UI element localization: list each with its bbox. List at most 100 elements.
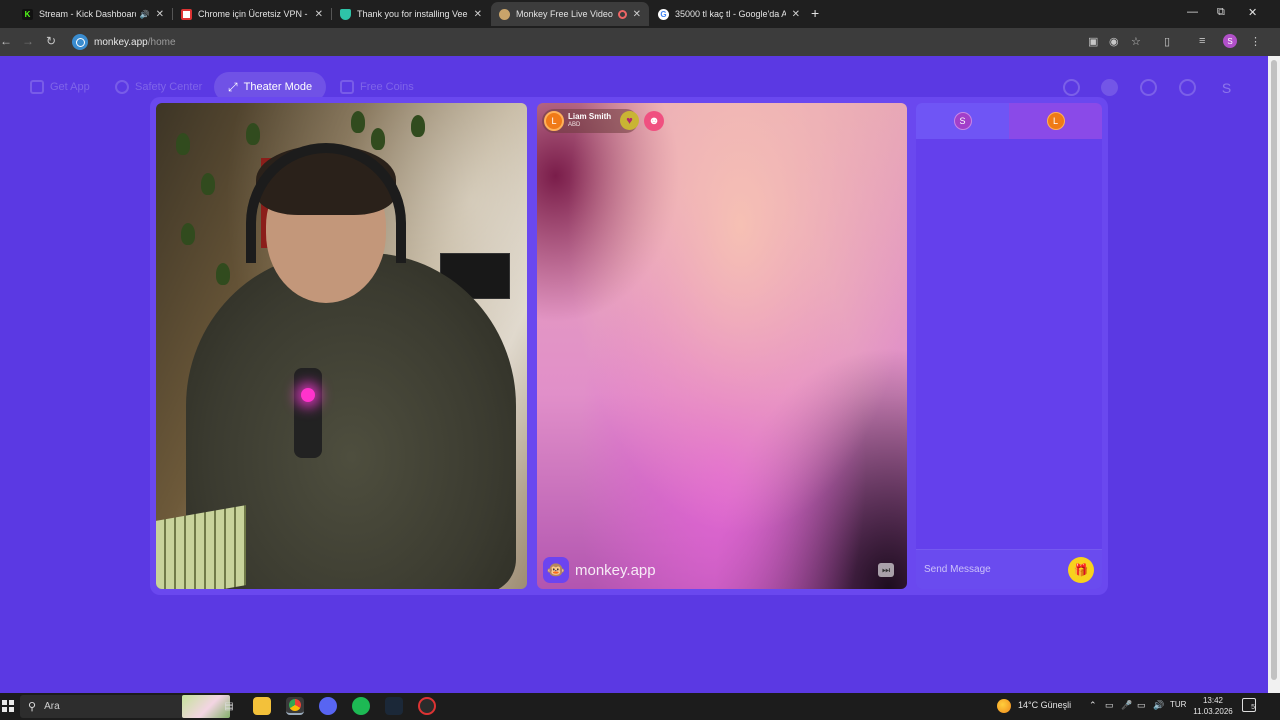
search-text: Ara	[44, 701, 60, 712]
minimize-icon[interactable]: —	[1187, 6, 1198, 18]
chrome-icon[interactable]	[286, 697, 304, 715]
volume-icon[interactable]: 🔊	[1153, 700, 1164, 711]
windows-taskbar: ⚲ Ara ▤ 14°C Güneşli ⌃ ▭ 🎤 ▭ 🔊 TUR 13:42…	[0, 693, 1280, 720]
friends-icon[interactable]	[1101, 79, 1118, 96]
forward-arrow-icon[interactable]: →	[22, 34, 34, 48]
notification-icon[interactable]: 5	[1242, 698, 1256, 712]
site-info-icon[interactable]	[72, 34, 88, 50]
back-arrow-icon[interactable]: ←	[0, 34, 12, 48]
tab-google-search[interactable]: G 35000 tl kaç tl - Google'da Ara ✕	[650, 2, 808, 26]
profile-avatar[interactable]: S	[1223, 34, 1237, 48]
clock-time: 13:42	[1202, 696, 1224, 705]
store-favicon-icon	[181, 8, 192, 20]
peer-chat-avatar: L	[1046, 112, 1065, 130]
tab-kick-dashboard[interactable]: K Stream - Kick Dashboard 🔊 ✕	[14, 2, 172, 26]
expand-icon: ⤢	[228, 79, 238, 94]
obs-icon[interactable]	[418, 697, 436, 715]
speaker-icon[interactable]: 🔊	[140, 10, 150, 19]
display-icon[interactable]: ▭	[1105, 700, 1114, 711]
new-tab-button[interactable]: +	[811, 5, 819, 21]
weather-text[interactable]: 14°C Güneşli	[1018, 700, 1071, 710]
peer-video: L Liam Smith ABD ♥ ☻ 🐵 monkey.app ⏭	[537, 103, 907, 589]
url-text[interactable]: monkey.app/home	[94, 37, 176, 48]
tab-title: 35000 tl kaç tl - Google'da Ara	[675, 9, 786, 19]
network-icon[interactable]: ▭	[1137, 700, 1146, 711]
file-explorer-icon[interactable]	[253, 697, 271, 715]
plant-leaf	[201, 173, 215, 195]
search-icon[interactable]	[1063, 79, 1080, 96]
mic-light	[301, 388, 315, 402]
plant-leaf	[411, 115, 425, 137]
tab-vpn-store[interactable]: Chrome için Ücretsiz VPN - VPN ✕	[173, 2, 331, 26]
media-control-icon[interactable]: ≡	[1199, 35, 1205, 47]
chat-panel: S L 🎁	[916, 103, 1102, 589]
chat-tab-self[interactable]: S	[916, 103, 1009, 139]
search-icon: ⚲	[28, 701, 37, 713]
monkey-logo-icon: 🐵	[543, 557, 569, 583]
windows-start-icon[interactable]	[2, 700, 14, 712]
tab-monkey[interactable]: Monkey Free Live Video Ch ✕	[491, 2, 649, 26]
shield-favicon-icon	[340, 8, 351, 20]
skip-icon[interactable]: ⏭	[878, 563, 894, 577]
microphone-icon[interactable]: 🎤	[1121, 700, 1132, 711]
tab-title: Thank you for installing VeePN	[357, 9, 468, 19]
free-coins-label: Free Coins	[360, 81, 414, 93]
system-clock[interactable]: 13:42 11.03.2026	[1190, 695, 1236, 717]
plant-leaf	[181, 223, 195, 245]
chat-bubble-icon[interactable]	[1179, 79, 1196, 96]
user-avatar-icon[interactable]: S	[1218, 79, 1235, 96]
reload-icon[interactable]: ↻	[46, 34, 56, 48]
steam-icon[interactable]	[385, 697, 403, 715]
address-bar[interactable]: monkey.app/home	[68, 31, 1078, 53]
self-avatar: S	[953, 112, 972, 130]
chevron-up-icon[interactable]: ⌃	[1089, 700, 1097, 711]
close-tab-icon[interactable]: ✕	[792, 9, 800, 20]
spotify-icon[interactable]	[352, 697, 370, 715]
gift-icon[interactable]: 🎁	[1068, 557, 1094, 583]
scrollbar-thumb[interactable]	[1271, 60, 1277, 680]
url-path: /home	[147, 36, 176, 48]
tab-title: Stream - Kick Dashboard	[39, 9, 136, 19]
eye-off-icon[interactable]: ◉	[1109, 35, 1119, 48]
browser-toolbar: ← → ↻ monkey.app/home ▣ ◉ ☆ ▯ ≡ S ⋮	[0, 28, 1280, 56]
peer-name: Liam Smith	[568, 112, 612, 121]
coin-icon	[340, 80, 354, 94]
peer-avatar: L	[544, 111, 564, 131]
restore-icon[interactable]: ⧉	[1217, 6, 1225, 19]
page-scrollbar[interactable]	[1268, 56, 1280, 693]
menu-kebab-icon[interactable]: ⋮	[1250, 35, 1261, 48]
plant-leaf	[246, 123, 260, 145]
close-tab-icon[interactable]: ✕	[315, 9, 323, 20]
taskbar-search[interactable]: ⚲ Ara	[20, 695, 230, 718]
monkey-favicon-icon	[499, 8, 510, 20]
send-message-input[interactable]	[924, 564, 1064, 575]
add-friend-icon[interactable]: ☻	[644, 111, 664, 131]
plant-leaf	[351, 111, 365, 133]
plant-leaf	[216, 263, 230, 285]
tab-veepn[interactable]: Thank you for installing VeePN ✕	[332, 2, 490, 26]
chat-tab-peer[interactable]: L	[1009, 103, 1102, 139]
close-tab-icon[interactable]: ✕	[633, 9, 641, 20]
phone-icon	[30, 80, 44, 94]
history-icon[interactable]	[1140, 79, 1157, 96]
get-app-button[interactable]: Get App	[30, 72, 90, 102]
clock-date: 11.03.2026	[1193, 707, 1233, 716]
peer-country: ABD	[568, 122, 581, 128]
peer-info-badge[interactable]: L Liam Smith ABD ♥	[542, 109, 639, 133]
weather-sun-icon[interactable]	[997, 699, 1011, 713]
watermark-text: monkey.app	[575, 561, 656, 579]
chat-header: S L	[916, 103, 1102, 139]
task-view-icon[interactable]: ▤	[220, 697, 238, 715]
close-tab-icon[interactable]: ✕	[474, 9, 482, 20]
url-host: monkey.app	[94, 36, 148, 48]
heart-icon[interactable]: ♥	[620, 111, 639, 130]
bookmark-star-icon[interactable]: ☆	[1131, 35, 1141, 48]
chat-input-row: 🎁	[916, 549, 1102, 589]
close-window-icon[interactable]: ✕	[1248, 6, 1257, 19]
language-indicator[interactable]: TUR	[1170, 700, 1186, 709]
close-tab-icon[interactable]: ✕	[156, 9, 164, 20]
recording-icon	[617, 9, 627, 19]
cast-icon[interactable]: ▣	[1088, 35, 1098, 48]
extensions-icon[interactable]: ▯	[1164, 35, 1170, 48]
discord-icon[interactable]	[319, 697, 337, 715]
